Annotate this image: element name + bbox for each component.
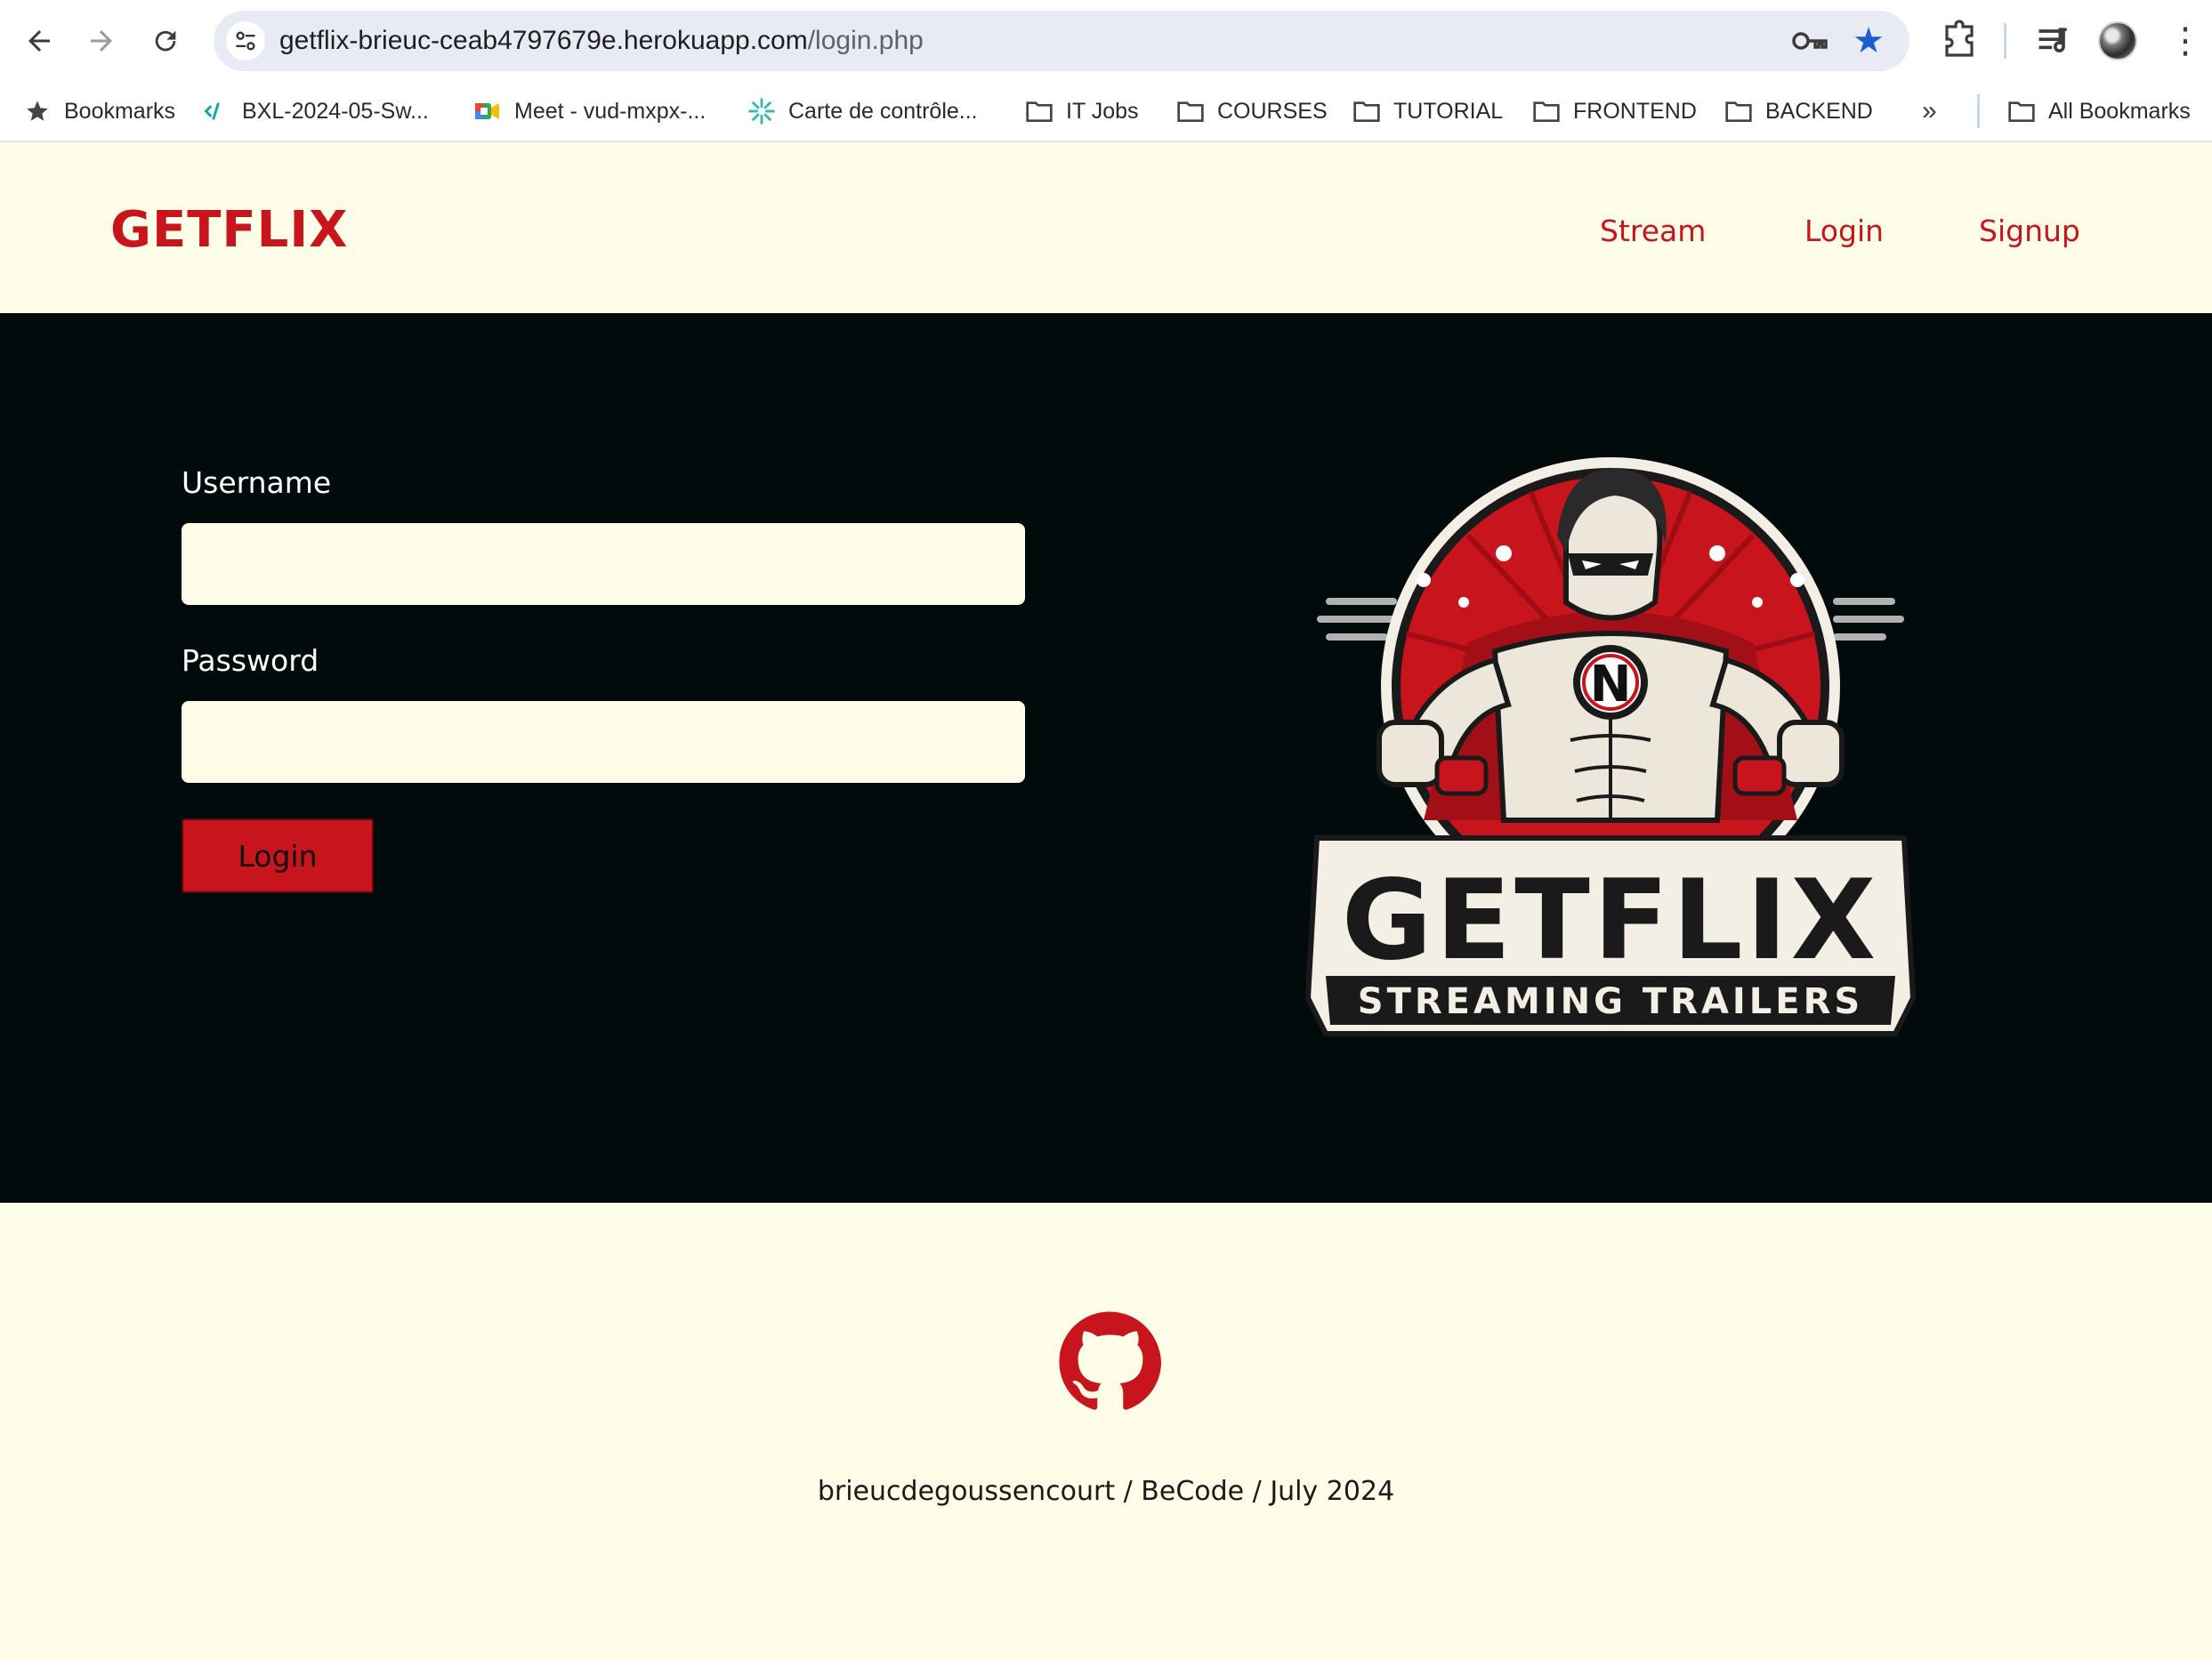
nav-stream-link[interactable]: Stream	[1600, 205, 1706, 258]
bookmark-label: Carte de contrôle...	[788, 98, 978, 124]
folder-icon	[1176, 97, 1205, 125]
bookmark-item[interactable]: Carte de contrôle...	[747, 82, 978, 141]
superhero-emblem-image: N GETFLIX STREAMING TRAILERS	[1304, 457, 1917, 1036]
site-footer: brieucdegoussencourt / BeCode / July 202…	[0, 1203, 2212, 1660]
bookmark-folder[interactable]: COURSES	[1176, 82, 1328, 141]
nav-signup-link[interactable]: Signup	[1979, 205, 2080, 258]
bookmark-folder[interactable]: FRONTEND	[1532, 82, 1697, 141]
password-input[interactable]	[182, 701, 1025, 783]
emblem-letter: N	[1590, 656, 1632, 713]
folder-icon	[1532, 97, 1561, 125]
folder-icon	[1025, 97, 1054, 125]
bookmark-item[interactable]: BXL-2024-05-Sw...	[201, 82, 429, 141]
login-button[interactable]: Login	[182, 818, 374, 893]
address-bar[interactable]: getflix-brieuc-ceab4797679e.herokuapp.co…	[214, 11, 1909, 71]
bookmark-label: BACKEND	[1765, 98, 1873, 124]
nav-login-link[interactable]: Login	[1804, 205, 1884, 258]
username-label: Username	[182, 465, 332, 500]
forward-button[interactable]	[77, 16, 126, 66]
bookmark-item[interactable]: Meet - vud-mxpx-...	[473, 82, 706, 141]
back-button[interactable]	[14, 16, 64, 66]
bookmark-label: Meet - vud-mxpx-...	[514, 98, 706, 124]
arrow-right-icon	[91, 30, 112, 52]
code-icon	[201, 97, 230, 125]
url-text[interactable]: getflix-brieuc-ceab4797679e.herokuapp.co…	[279, 11, 924, 71]
bookmark-item[interactable]: Bookmarks	[23, 82, 175, 141]
profile-avatar[interactable]	[2098, 21, 2137, 60]
folder-icon	[1724, 97, 1753, 125]
github-link[interactable]	[1057, 1309, 1162, 1414]
media-control-icon[interactable]	[2034, 21, 2073, 60]
extensions-icon[interactable]	[1938, 20, 1981, 62]
meet-icon	[473, 97, 502, 125]
bookmark-folder[interactable]: IT Jobs	[1025, 82, 1139, 141]
site-settings-icon[interactable]	[226, 21, 265, 60]
arrow-left-icon	[28, 30, 50, 52]
browser-menu-icon[interactable]: ⋮	[2168, 21, 2203, 60]
reload-icon	[155, 30, 176, 52]
bookmark-star-icon[interactable]: ★	[1849, 21, 1888, 60]
bookmarks-bar: Bookmarks BXL-2024-05-Sw... Meet - vud-m…	[0, 82, 2212, 142]
logo-subtitle: STREAMING TRAILERS	[1358, 981, 1863, 1022]
bookmark-label: BXL-2024-05-Sw...	[242, 98, 429, 124]
spark-icon	[747, 97, 776, 125]
footer-credit: brieucdegoussencourt / BeCode / July 202…	[817, 1476, 1395, 1507]
browser-toolbar: getflix-brieuc-ceab4797679e.herokuapp.co…	[0, 0, 2212, 82]
folder-icon	[1352, 97, 1381, 125]
bookmarks-divider	[1977, 94, 1980, 128]
all-bookmarks-folder[interactable]: All Bookmarks	[2007, 82, 2191, 141]
star-icon	[23, 97, 52, 125]
brand-logo-text[interactable]: GETFLIX	[110, 199, 348, 262]
bookmark-label: COURSES	[1217, 98, 1328, 124]
password-label: Password	[182, 643, 319, 678]
bookmark-folder[interactable]: BACKEND	[1724, 82, 1873, 141]
bookmark-label: IT Jobs	[1066, 98, 1139, 124]
more-bookmarks-button[interactable]: »	[1922, 82, 1937, 141]
github-icon	[1059, 1311, 1162, 1410]
url-host: getflix-brieuc-ceab4797679e.herokuapp.co…	[279, 26, 808, 55]
url-path: /login.php	[807, 26, 924, 55]
toolbar-divider	[2004, 23, 2006, 59]
getflix-hero-logo: N GETFLIX STREAMING TRAILERS	[1299, 447, 1922, 1052]
password-key-icon[interactable]	[1790, 25, 1829, 57]
site-header: GETFLIX Stream Login Signup	[0, 144, 2212, 313]
bookmark-label: TUTORIAL	[1393, 98, 1504, 124]
username-input[interactable]	[182, 523, 1025, 605]
bookmark-folder[interactable]: TUTORIAL	[1352, 82, 1503, 141]
logo-title: GETFLIX	[1342, 857, 1880, 985]
bookmark-label: FRONTEND	[1573, 98, 1697, 124]
folder-icon	[2007, 97, 2036, 125]
reload-button[interactable]	[141, 16, 190, 66]
bookmark-label: All Bookmarks	[2048, 98, 2191, 124]
bookmark-label: Bookmarks	[64, 98, 176, 124]
login-section: Username Password Login N GETFLIX STREAM…	[0, 313, 2212, 1203]
